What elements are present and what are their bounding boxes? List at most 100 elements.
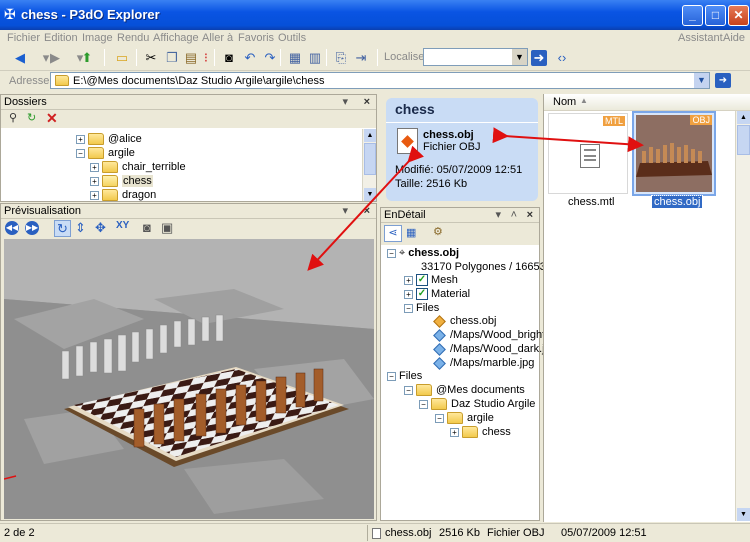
rotate-right-icon[interactable]: ↷ <box>260 48 280 68</box>
camera-icon[interactable]: ◙ <box>219 48 239 68</box>
tree-item-root[interactable]: − ⌖ chess.obj <box>387 247 459 260</box>
files-scrollbar[interactable]: ▲ ▼ <box>735 111 750 521</box>
file-item[interactable]: /Maps/Wood_dark.jpg <box>432 342 557 356</box>
tree-view-icon[interactable]: ⋖ <box>384 225 402 242</box>
prev-next-icon[interactable]: ‹› <box>552 48 572 68</box>
file-thumb-mtl[interactable]: MTL <box>548 113 628 194</box>
chevron-up-icon[interactable]: ˄ <box>511 208 517 223</box>
collapse-icon[interactable]: − <box>387 371 396 381</box>
column-nom[interactable]: Nom <box>553 96 576 108</box>
menu-aller[interactable]: Aller à <box>202 32 233 44</box>
go-button[interactable]: ➜ <box>715 73 731 88</box>
scroll-thumb[interactable] <box>364 143 376 175</box>
column-header[interactable]: Nom ▲ <box>544 94 750 111</box>
rotate-left-icon[interactable]: ↶ <box>240 48 260 68</box>
file-item[interactable]: /Maps/Wood_bright.jp <box>432 328 557 342</box>
checkbox[interactable]: ✓ <box>416 274 428 287</box>
tree-item-material[interactable]: + ✓ Material <box>404 288 470 301</box>
collapse-icon[interactable]: − <box>419 399 428 409</box>
next-icon[interactable]: ▶▶ <box>25 221 39 235</box>
move-vertical-icon[interactable]: ⇕ <box>75 220 86 236</box>
tree-item-files-path[interactable]: − Files <box>387 370 422 383</box>
menu-fichier[interactable]: Fichier <box>7 32 40 44</box>
menu-aide[interactable]: Aide <box>723 32 745 44</box>
cut-icon[interactable]: ✂ <box>141 48 161 68</box>
search-icon[interactable]: ⚲ <box>9 111 17 124</box>
chevron-down-icon[interactable]: ▾ <box>342 95 348 110</box>
close-icon[interactable]: × <box>364 204 370 219</box>
scroll-up-icon[interactable]: ▲ <box>364 129 376 142</box>
menu-assistant[interactable]: Assistant <box>678 32 723 44</box>
tree-item-files[interactable]: − Files <box>404 302 439 315</box>
tree-item-mesh[interactable]: + ✓ Mesh <box>404 274 458 287</box>
menu-image[interactable]: Image <box>82 32 113 44</box>
menu-affichage[interactable]: Affichage <box>153 32 199 44</box>
tree-item-chess[interactable]: + chess <box>90 175 153 188</box>
path-item[interactable]: − Daz Studio Argile <box>419 398 535 411</box>
file-name-obj[interactable]: chess.obj <box>650 195 704 209</box>
go-icon[interactable]: ➜ <box>531 50 547 66</box>
collapse-icon[interactable]: − <box>435 413 444 423</box>
rotate-icon[interactable]: ↻ <box>54 220 71 237</box>
expand-icon[interactable]: + <box>404 289 413 299</box>
close-icon[interactable]: × <box>364 95 370 110</box>
menu-rendu[interactable]: Rendu <box>117 32 149 44</box>
collapse-icon[interactable]: − <box>387 248 396 258</box>
scroll-up-icon[interactable]: ▲ <box>737 111 750 124</box>
refresh-icon[interactable]: ↻ <box>27 111 36 124</box>
address-input[interactable]: E:\@Mes documents\Daz Studio Argile\argi… <box>50 72 710 89</box>
checkbox[interactable]: ✓ <box>416 288 428 301</box>
tree-item-argile[interactable]: − argile <box>76 147 135 160</box>
file-name-mtl[interactable]: chess.mtl <box>568 196 614 208</box>
chevron-down-icon[interactable]: ▾ <box>495 208 501 223</box>
camera-icon[interactable]: ◙ <box>143 220 151 235</box>
scroll-down-icon[interactable]: ▼ <box>364 188 376 201</box>
expand-icon[interactable]: + <box>90 190 99 200</box>
move-to-icon[interactable]: ⇥ <box>351 48 371 68</box>
grid-view-icon[interactable]: ▦ <box>285 48 305 68</box>
expand-icon[interactable]: + <box>90 176 99 186</box>
chevron-down-icon[interactable]: ▾ <box>342 204 348 219</box>
close-icon[interactable]: × <box>527 208 533 223</box>
menu-edition[interactable]: Edition <box>44 32 78 44</box>
localiser-input[interactable]: ▼ <box>423 48 528 66</box>
expand-icon[interactable]: + <box>76 134 85 144</box>
expand-icon[interactable]: + <box>404 275 413 285</box>
back-icon[interactable]: ◀ <box>10 48 30 68</box>
table-view-icon[interactable]: ▦ <box>406 226 416 239</box>
forward-icon[interactable]: ▶ <box>45 48 65 68</box>
copy-to-icon[interactable]: ⎘ <box>331 48 351 68</box>
minimize-button[interactable]: _ <box>682 5 703 26</box>
menu-outils[interactable]: Outils <box>278 32 306 44</box>
open-folder-icon[interactable]: ▭ <box>112 48 132 68</box>
scroll-thumb[interactable] <box>737 125 750 155</box>
path-item[interactable]: − argile <box>435 412 494 425</box>
xy-icon[interactable]: XY <box>116 220 129 231</box>
file-item[interactable]: chess.obj <box>432 314 496 328</box>
file-thumb-obj[interactable]: OBJ <box>632 111 716 196</box>
settings-icon[interactable]: ⚙ <box>433 225 443 238</box>
move-all-icon[interactable]: ✥ <box>95 220 106 236</box>
collapse-icon[interactable]: − <box>404 303 413 313</box>
expand-icon[interactable]: + <box>90 162 99 172</box>
tree-item-alice[interactable]: + @alice <box>76 133 142 146</box>
maximize-button[interactable]: □ <box>705 5 726 26</box>
chevron-down-icon[interactable]: ▼ <box>694 73 709 88</box>
delete-icon[interactable]: ⁝ <box>196 48 216 68</box>
copy-icon[interactable]: ❐ <box>162 48 182 68</box>
preview-viewport[interactable] <box>4 239 374 519</box>
tree-item-chair-terrible[interactable]: + chair_terrible <box>90 161 186 174</box>
up-folder-icon[interactable]: ⬆ <box>77 48 97 68</box>
scroll-down-icon[interactable]: ▼ <box>737 508 750 521</box>
collapse-icon[interactable]: − <box>76 148 85 158</box>
path-item[interactable]: − @Mes documents <box>404 384 525 397</box>
delete-icon[interactable]: ✕ <box>46 110 58 127</box>
tree-item-dragon[interactable]: + dragon <box>90 189 156 202</box>
menu-favoris[interactable]: Favoris <box>238 32 274 44</box>
prev-icon[interactable]: ◀◀ <box>5 221 19 235</box>
folders-scrollbar[interactable]: ▲ ▼ <box>362 129 376 201</box>
chevron-down-icon[interactable]: ▼ <box>512 49 527 65</box>
save-icon[interactable]: ▣ <box>161 220 173 236</box>
detail-view-icon[interactable]: ▥ <box>305 48 325 68</box>
file-item[interactable]: /Maps/marble.jpg <box>432 356 534 370</box>
